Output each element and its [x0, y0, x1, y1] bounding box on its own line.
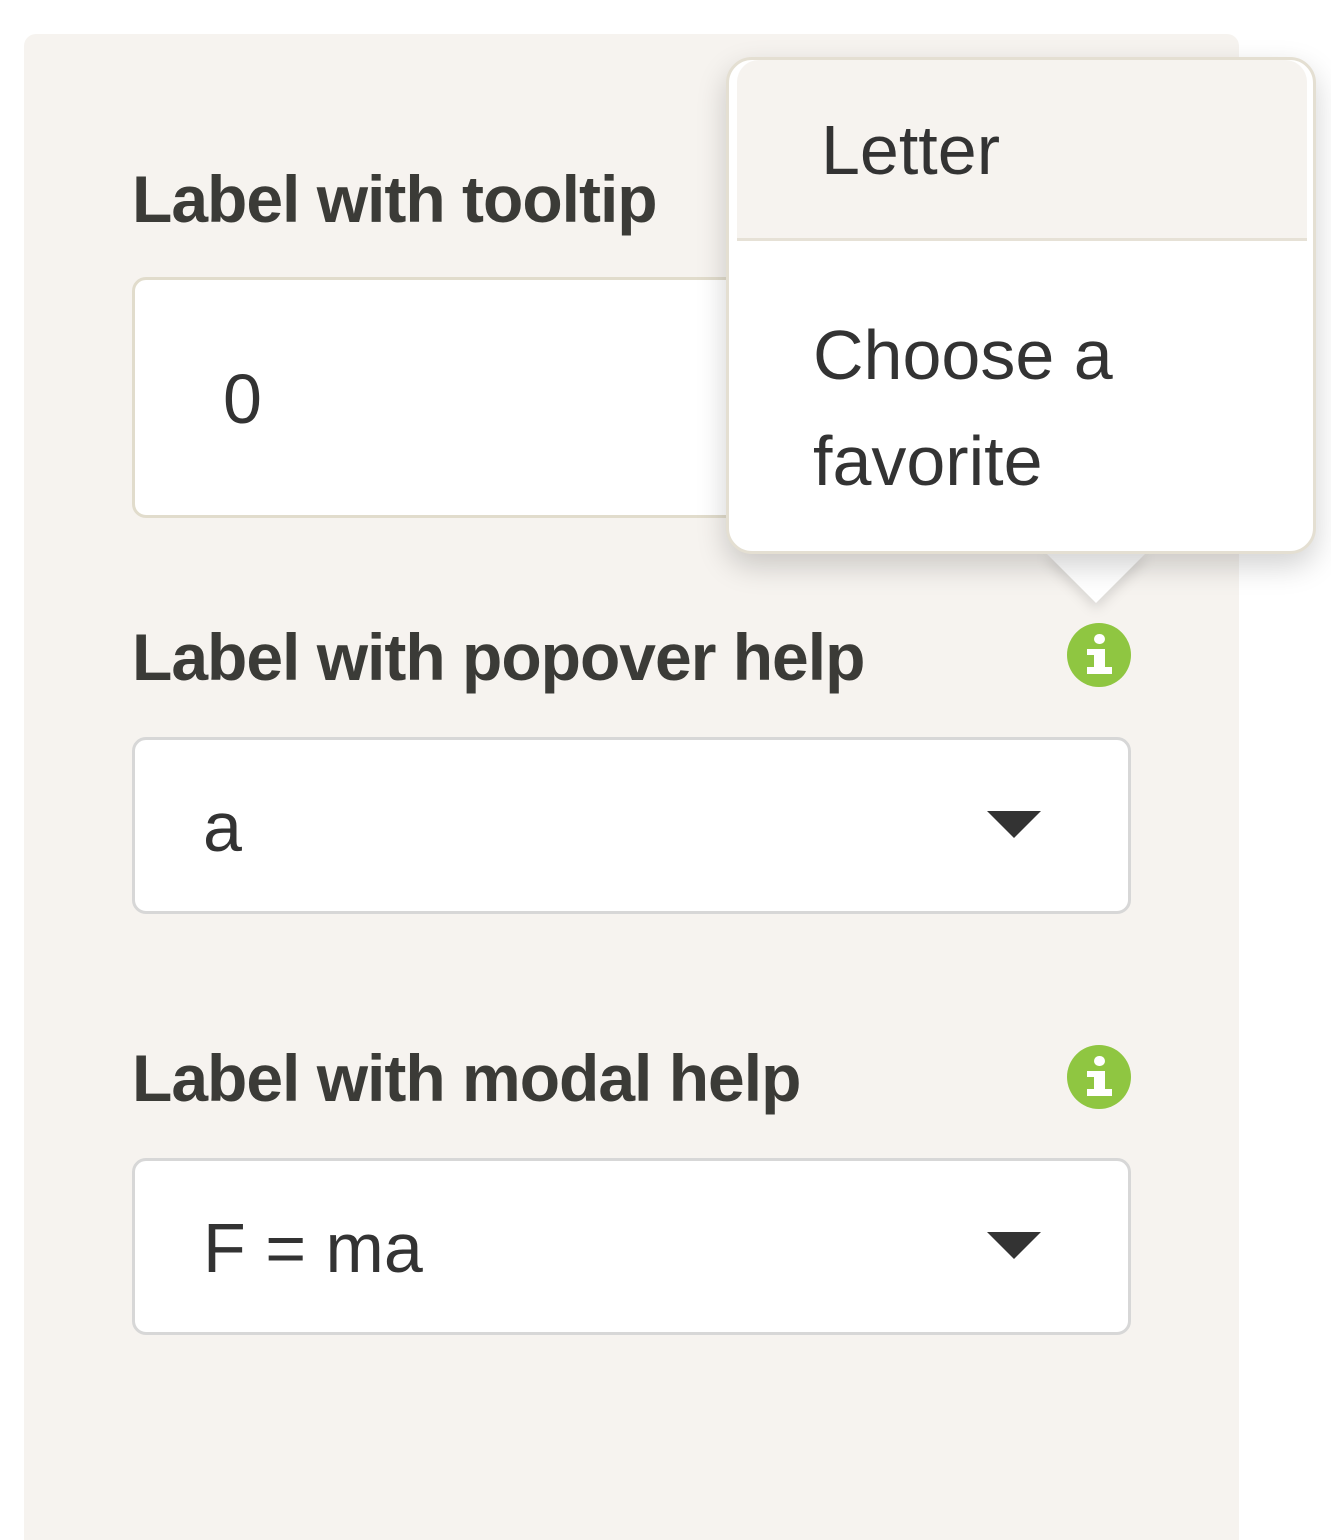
tooltip-field-label: Label with tooltip: [132, 162, 658, 236]
popover-header: Letter: [737, 60, 1307, 241]
chevron-down-icon: [987, 1232, 1041, 1259]
modal-select[interactable]: F = ma: [132, 1158, 1131, 1335]
popover-select[interactable]: a: [132, 737, 1131, 914]
modal-select-value: F = ma: [203, 1209, 423, 1287]
popover-content: Choose a favorite: [813, 316, 1113, 500]
popover-title: Letter: [821, 111, 1000, 189]
help-popover: Letter Choose a favorite: [726, 57, 1316, 554]
chevron-down-icon: [987, 811, 1041, 838]
page: Label with tooltip 0 Label with popover …: [0, 0, 1331, 1540]
modal-info-icon[interactable]: [1067, 1045, 1131, 1109]
popover-field-label: Label with popover help: [132, 620, 865, 694]
popover-arrow: [1044, 551, 1148, 603]
popover-info-icon[interactable]: [1067, 623, 1131, 687]
popover-select-value: a: [203, 788, 242, 866]
modal-field-label: Label with modal help: [132, 1041, 801, 1115]
tooltip-input-value: 0: [223, 360, 262, 438]
